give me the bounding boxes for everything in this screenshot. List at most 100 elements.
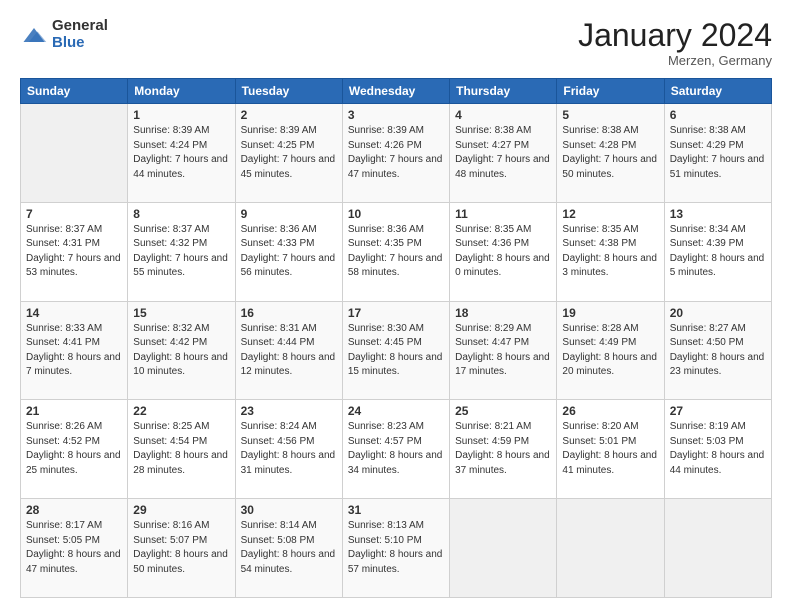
calendar-cell: 19Sunrise: 8:28 AMSunset: 4:49 PMDayligh… <box>557 301 664 400</box>
cell-content: Sunrise: 8:27 AMSunset: 4:50 PMDaylight:… <box>670 322 766 380</box>
col-tuesday: Tuesday <box>235 79 342 104</box>
calendar-cell: 23 Sunrise: 8:24 AMSunset: 4:56 PMDayligh… <box>235 400 342 499</box>
calendar-cell: 3 Sunrise: 8:39 AMSunset: 4:26 PMDaylight… <box>342 104 449 203</box>
day-number: 3 <box>348 108 444 122</box>
day-number: 4 <box>455 108 551 122</box>
calendar-cell: 21 Sunrise: 8:26 AMSunset: 4:52 PMDayligh… <box>21 400 128 499</box>
calendar-cell: 12Sunrise: 8:35 AMSunset: 4:38 PMDayligh… <box>557 202 664 301</box>
calendar-cell <box>664 499 771 598</box>
cell-content: Sunrise: 8:37 AMSunset: 4:32 PMDaylight:… <box>133 223 229 281</box>
col-wednesday: Wednesday <box>342 79 449 104</box>
calendar-cell: 4 Sunrise: 8:38 AMSunset: 4:27 PMDaylight… <box>450 104 557 203</box>
calendar-cell: 24Sunrise: 8:23 AMSunset: 4:57 PMDayligh… <box>342 400 449 499</box>
cell-content: Sunrise: 8:16 AMSunset: 5:07 PMDaylight:… <box>133 519 229 577</box>
logo-blue-text: Blue <box>52 35 108 52</box>
col-monday: Monday <box>128 79 235 104</box>
cell-content: Sunrise: 8:35 AMSunset: 4:38 PMDaylight:… <box>562 223 658 281</box>
cell-content: Sunrise: 8:24 AMSunset: 4:56 PMDaylight:… <box>241 420 337 478</box>
calendar-body: 1 Sunrise: 8:39 AMSunset: 4:24 PMDaylight… <box>21 104 772 598</box>
calendar-cell: 25 Sunrise: 8:21 AMSunset: 4:59 PMDayligh… <box>450 400 557 499</box>
cell-content: Sunrise: 8:36 AMSunset: 4:33 PMDaylight:… <box>241 223 337 281</box>
day-number: 21 <box>26 404 122 418</box>
calendar-cell: 5 Sunrise: 8:38 AMSunset: 4:28 PMDaylight… <box>557 104 664 203</box>
day-number: 20 <box>670 306 766 320</box>
cell-content: Sunrise: 8:39 AMSunset: 4:24 PMDaylight:… <box>133 124 229 182</box>
header: General Blue January 2024 Merzen, German… <box>20 18 772 68</box>
calendar-week-4: 28Sunrise: 8:17 AMSunset: 5:05 PMDayligh… <box>21 499 772 598</box>
calendar-table: Sunday Monday Tuesday Wednesday Thursday… <box>20 78 772 598</box>
cell-content: Sunrise: 8:35 AMSunset: 4:36 PMDaylight:… <box>455 223 551 281</box>
day-number: 25 <box>455 404 551 418</box>
calendar-cell: 22Sunrise: 8:25 AMSunset: 4:54 PMDayligh… <box>128 400 235 499</box>
calendar-cell: 7 Sunrise: 8:37 AMSunset: 4:31 PMDaylight… <box>21 202 128 301</box>
title-block: January 2024 Merzen, Germany <box>578 18 772 68</box>
calendar-week-3: 21 Sunrise: 8:26 AMSunset: 4:52 PMDayligh… <box>21 400 772 499</box>
day-number: 11 <box>455 207 551 221</box>
day-number: 1 <box>133 108 229 122</box>
calendar-cell: 30 Sunrise: 8:14 AMSunset: 5:08 PMDayligh… <box>235 499 342 598</box>
day-number: 22 <box>133 404 229 418</box>
calendar-cell: 27Sunrise: 8:19 AMSunset: 5:03 PMDayligh… <box>664 400 771 499</box>
day-number: 10 <box>348 207 444 221</box>
cell-content: Sunrise: 8:21 AMSunset: 4:59 PMDaylight:… <box>455 420 551 478</box>
cell-content: Sunrise: 8:13 AMSunset: 5:10 PMDaylight:… <box>348 519 444 577</box>
col-saturday: Saturday <box>664 79 771 104</box>
header-row: Sunday Monday Tuesday Wednesday Thursday… <box>21 79 772 104</box>
day-number: 6 <box>670 108 766 122</box>
day-number: 18 <box>455 306 551 320</box>
cell-content: Sunrise: 8:33 AMSunset: 4:41 PMDaylight:… <box>26 322 122 380</box>
day-number: 23 <box>241 404 337 418</box>
calendar-cell: 26Sunrise: 8:20 AMSunset: 5:01 PMDayligh… <box>557 400 664 499</box>
page: General Blue January 2024 Merzen, German… <box>0 0 792 612</box>
cell-content: Sunrise: 8:38 AMSunset: 4:29 PMDaylight:… <box>670 124 766 182</box>
calendar-cell: 31 Sunrise: 8:13 AMSunset: 5:10 PMDayligh… <box>342 499 449 598</box>
day-number: 30 <box>241 503 337 517</box>
cell-content: Sunrise: 8:23 AMSunset: 4:57 PMDaylight:… <box>348 420 444 478</box>
calendar-cell: 16Sunrise: 8:31 AMSunset: 4:44 PMDayligh… <box>235 301 342 400</box>
calendar-cell: 8 Sunrise: 8:37 AMSunset: 4:32 PMDaylight… <box>128 202 235 301</box>
cell-content: Sunrise: 8:20 AMSunset: 5:01 PMDaylight:… <box>562 420 658 478</box>
cell-content: Sunrise: 8:38 AMSunset: 4:28 PMDaylight:… <box>562 124 658 182</box>
calendar-week-1: 7 Sunrise: 8:37 AMSunset: 4:31 PMDaylight… <box>21 202 772 301</box>
cell-content: Sunrise: 8:37 AMSunset: 4:31 PMDaylight:… <box>26 223 122 281</box>
calendar-cell: 1 Sunrise: 8:39 AMSunset: 4:24 PMDaylight… <box>128 104 235 203</box>
calendar-cell <box>450 499 557 598</box>
col-thursday: Thursday <box>450 79 557 104</box>
cell-content: Sunrise: 8:38 AMSunset: 4:27 PMDaylight:… <box>455 124 551 182</box>
cell-content: Sunrise: 8:14 AMSunset: 5:08 PMDaylight:… <box>241 519 337 577</box>
cell-content: Sunrise: 8:39 AMSunset: 4:26 PMDaylight:… <box>348 124 444 182</box>
cell-content: Sunrise: 8:36 AMSunset: 4:35 PMDaylight:… <box>348 223 444 281</box>
day-number: 17 <box>348 306 444 320</box>
day-number: 9 <box>241 207 337 221</box>
day-number: 5 <box>562 108 658 122</box>
calendar-cell <box>21 104 128 203</box>
calendar-cell: 14Sunrise: 8:33 AMSunset: 4:41 PMDayligh… <box>21 301 128 400</box>
calendar-cell: 6 Sunrise: 8:38 AMSunset: 4:29 PMDaylight… <box>664 104 771 203</box>
calendar-week-2: 14Sunrise: 8:33 AMSunset: 4:41 PMDayligh… <box>21 301 772 400</box>
day-number: 16 <box>241 306 337 320</box>
day-number: 8 <box>133 207 229 221</box>
logo-general-text: General <box>52 18 108 35</box>
cell-content: Sunrise: 8:26 AMSunset: 4:52 PMDaylight:… <box>26 420 122 478</box>
calendar-cell: 20 Sunrise: 8:27 AMSunset: 4:50 PMDayligh… <box>664 301 771 400</box>
day-number: 7 <box>26 207 122 221</box>
col-sunday: Sunday <box>21 79 128 104</box>
day-number: 31 <box>348 503 444 517</box>
day-number: 19 <box>562 306 658 320</box>
logo-text: General Blue <box>52 18 108 51</box>
logo-icon <box>20 21 48 49</box>
calendar-cell: 28Sunrise: 8:17 AMSunset: 5:05 PMDayligh… <box>21 499 128 598</box>
calendar-cell: 15 Sunrise: 8:32 AMSunset: 4:42 PMDayligh… <box>128 301 235 400</box>
cell-content: Sunrise: 8:34 AMSunset: 4:39 PMDaylight:… <box>670 223 766 281</box>
logo: General Blue <box>20 18 108 51</box>
location: Merzen, Germany <box>578 53 772 68</box>
calendar-cell: 13 Sunrise: 8:34 AMSunset: 4:39 PMDayligh… <box>664 202 771 301</box>
day-number: 15 <box>133 306 229 320</box>
day-number: 28 <box>26 503 122 517</box>
calendar-cell: 10 Sunrise: 8:36 AMSunset: 4:35 PMDayligh… <box>342 202 449 301</box>
cell-content: Sunrise: 8:32 AMSunset: 4:42 PMDaylight:… <box>133 322 229 380</box>
cell-content: Sunrise: 8:39 AMSunset: 4:25 PMDaylight:… <box>241 124 337 182</box>
calendar-cell <box>557 499 664 598</box>
day-number: 13 <box>670 207 766 221</box>
calendar-header: Sunday Monday Tuesday Wednesday Thursday… <box>21 79 772 104</box>
